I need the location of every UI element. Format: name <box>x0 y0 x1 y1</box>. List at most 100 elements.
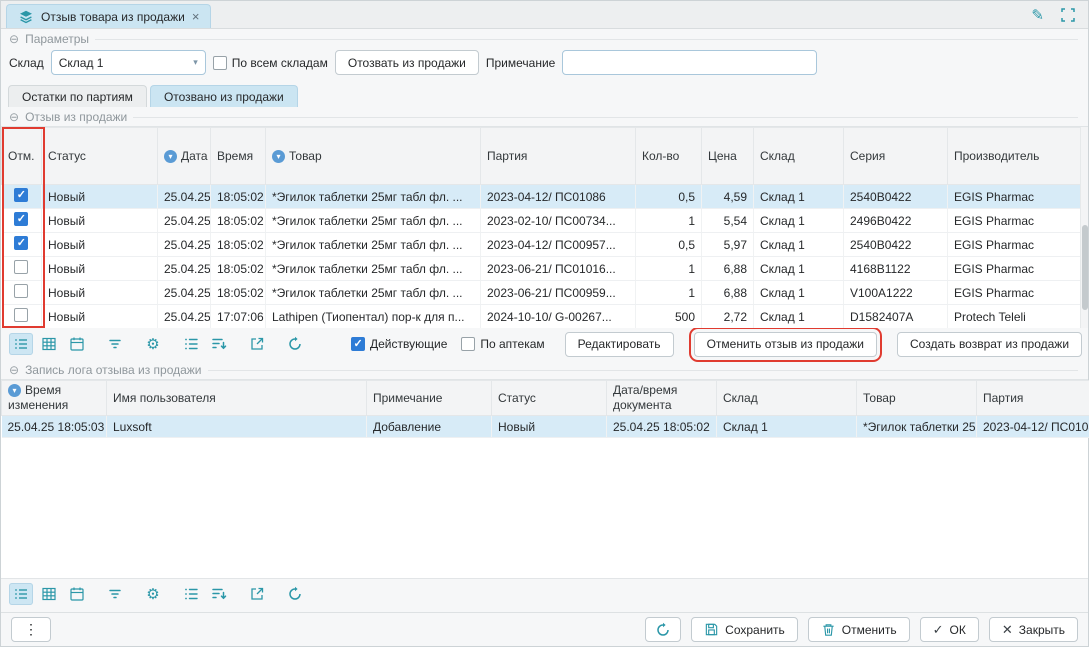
edit-button[interactable]: Редактировать <box>565 332 674 357</box>
close-label: Закрыть <box>1019 623 1065 637</box>
tab-stock-by-batches[interactable]: Остатки по партиям <box>8 85 147 107</box>
batch-cell: 2023-02-10/ ПС00734... <box>481 209 636 233</box>
filter-icon[interactable] <box>103 583 127 605</box>
filter-icon[interactable] <box>103 333 127 355</box>
warehouse-select[interactable]: Склад 1 ▾ <box>51 50 206 75</box>
cancel-recall-button[interactable]: Отменить отзыв из продажи <box>694 332 877 357</box>
active-label: Действующие <box>370 337 447 351</box>
ok-button[interactable]: ✓ ОК <box>920 617 979 642</box>
active-checkbox[interactable] <box>351 337 365 351</box>
col-product[interactable]: Товар <box>857 381 977 416</box>
status-cell: Новый <box>42 281 158 305</box>
list-view-icon[interactable] <box>9 333 33 355</box>
log-row[interactable]: 25.04.25 18:05:03 Luxsoft Добавление Нов… <box>2 416 1089 438</box>
recall-row[interactable]: Новый 25.04.25 18:05:02 *Эгилок таблетки… <box>2 281 1083 305</box>
col-series[interactable]: Серия <box>844 128 948 185</box>
by-pharmacies-checkbox[interactable] <box>461 337 475 351</box>
cancel-button[interactable]: Отменить <box>808 617 910 642</box>
calendar-icon[interactable] <box>65 583 89 605</box>
col-warehouse[interactable]: Склад <box>717 381 857 416</box>
manufacturer-cell: EGIS Pharmac <box>948 281 1083 305</box>
row-checkbox[interactable] <box>14 284 28 298</box>
export-icon[interactable] <box>245 333 269 355</box>
scrollbar-thumb[interactable] <box>1082 225 1088 309</box>
refresh-icon[interactable] <box>283 333 307 355</box>
col-doc-datetime[interactable]: Дата/время документа <box>607 381 717 416</box>
collapse-icon[interactable]: ⊖ <box>9 111 19 123</box>
time-cell: 18:05:02 <box>211 233 266 257</box>
vertical-scrollbar[interactable] <box>1080 127 1088 328</box>
params-row: Склад Склад 1 ▾ По всем складам Отозвать… <box>1 48 1088 83</box>
tab-recalled-from-sale[interactable]: Отозвано из продажи <box>150 85 298 107</box>
col-user-name[interactable]: Имя пользователя <box>107 381 367 416</box>
settings-gear-icon[interactable]: ⚙ <box>141 333 165 355</box>
tab-close-icon[interactable]: × <box>192 9 200 24</box>
active-filter-option[interactable]: Действующие <box>351 337 447 351</box>
col-time[interactable]: Время <box>211 128 266 185</box>
list-view-icon[interactable] <box>9 583 33 605</box>
numbered-list-icon[interactable] <box>179 333 203 355</box>
qty-cell: 0,5 <box>636 185 702 209</box>
kebab-icon: ⋮ <box>24 621 38 638</box>
log-table-zone: ▾Время изменения Имя пользователя Примеч… <box>1 379 1088 579</box>
calendar-icon[interactable] <box>65 333 89 355</box>
subtabs: Остатки по партиям Отозвано из продажи <box>1 83 1088 107</box>
tabbar-actions: ✎ <box>1031 4 1076 28</box>
col-date[interactable]: ▾Дата <box>158 128 211 185</box>
col-status[interactable]: Статус <box>42 128 158 185</box>
row-checkbox[interactable] <box>14 260 28 274</box>
col-mark[interactable]: Отм. <box>2 128 42 185</box>
all-warehouses-option[interactable]: По всем складам <box>213 56 328 70</box>
all-warehouses-label: По всем складам <box>232 56 328 70</box>
col-warehouse[interactable]: Склад <box>754 128 844 185</box>
settings-gear-icon[interactable]: ⚙ <box>141 583 165 605</box>
fullscreen-icon[interactable] <box>1060 7 1076 23</box>
col-manufacturer[interactable]: Производитель <box>948 128 1083 185</box>
by-pharmacies-option[interactable]: По аптекам <box>461 337 544 351</box>
grid-view-icon[interactable] <box>37 333 61 355</box>
col-change-time[interactable]: ▾Время изменения <box>2 381 107 416</box>
recall-row[interactable]: Новый 25.04.25 17:07:06 Lathipen (Тиопен… <box>2 305 1083 329</box>
recall-row[interactable]: Новый 25.04.25 18:05:02 *Эгилок таблетки… <box>2 185 1083 209</box>
col-status[interactable]: Статус <box>492 381 607 416</box>
row-checkbox[interactable] <box>14 212 28 226</box>
recall-row[interactable]: Новый 25.04.25 18:05:02 *Эгилок таблетки… <box>2 257 1083 281</box>
col-batch[interactable]: Партия <box>977 381 1089 416</box>
collapse-icon[interactable]: ⊖ <box>9 33 19 45</box>
status-cell: Новый <box>492 416 607 438</box>
row-checkbox[interactable] <box>14 308 28 322</box>
trash-icon <box>821 622 836 637</box>
col-price[interactable]: Цена <box>702 128 754 185</box>
refresh-button[interactable] <box>645 617 681 642</box>
close-button[interactable]: ✕ Закрыть <box>989 617 1078 642</box>
collapse-icon[interactable]: ⊖ <box>9 364 19 376</box>
save-button[interactable]: Сохранить <box>691 617 798 642</box>
more-actions-button[interactable]: ⋮ <box>11 617 51 642</box>
col-note[interactable]: Примечание <box>367 381 492 416</box>
grid-view-icon[interactable] <box>37 583 61 605</box>
params-group-header: ⊖ Параметры <box>1 29 1088 48</box>
document-tabbar: Отзыв товара из продажи × ✎ <box>1 1 1088 29</box>
col-qty[interactable]: Кол-во <box>636 128 702 185</box>
col-batch[interactable]: Партия <box>481 128 636 185</box>
document-tab[interactable]: Отзыв товара из продажи × <box>6 4 211 28</box>
recall-from-sale-button[interactable]: Отозвать из продажи <box>335 50 479 75</box>
sort-lines-icon[interactable] <box>207 333 231 355</box>
edit-pencil-icon[interactable]: ✎ <box>1031 6 1044 24</box>
refresh-icon[interactable] <box>283 583 307 605</box>
recall-row[interactable]: Новый 25.04.25 18:05:02 *Эгилок таблетки… <box>2 209 1083 233</box>
mark-cell <box>2 305 42 329</box>
recall-row[interactable]: Новый 25.04.25 18:05:02 *Эгилок таблетки… <box>2 233 1083 257</box>
all-warehouses-checkbox[interactable] <box>213 56 227 70</box>
row-checkbox[interactable] <box>14 188 28 202</box>
col-product[interactable]: ▾Товар <box>266 128 481 185</box>
note-input[interactable] <box>562 50 817 75</box>
numbered-list-icon[interactable] <box>179 583 203 605</box>
export-icon[interactable] <box>245 583 269 605</box>
qty-cell: 0,5 <box>636 233 702 257</box>
create-return-button[interactable]: Создать возврат из продажи <box>897 332 1082 357</box>
sort-lines-icon[interactable] <box>207 583 231 605</box>
time-cell: 18:05:02 <box>211 281 266 305</box>
row-checkbox[interactable] <box>14 236 28 250</box>
warehouse-label: Склад <box>9 56 44 70</box>
